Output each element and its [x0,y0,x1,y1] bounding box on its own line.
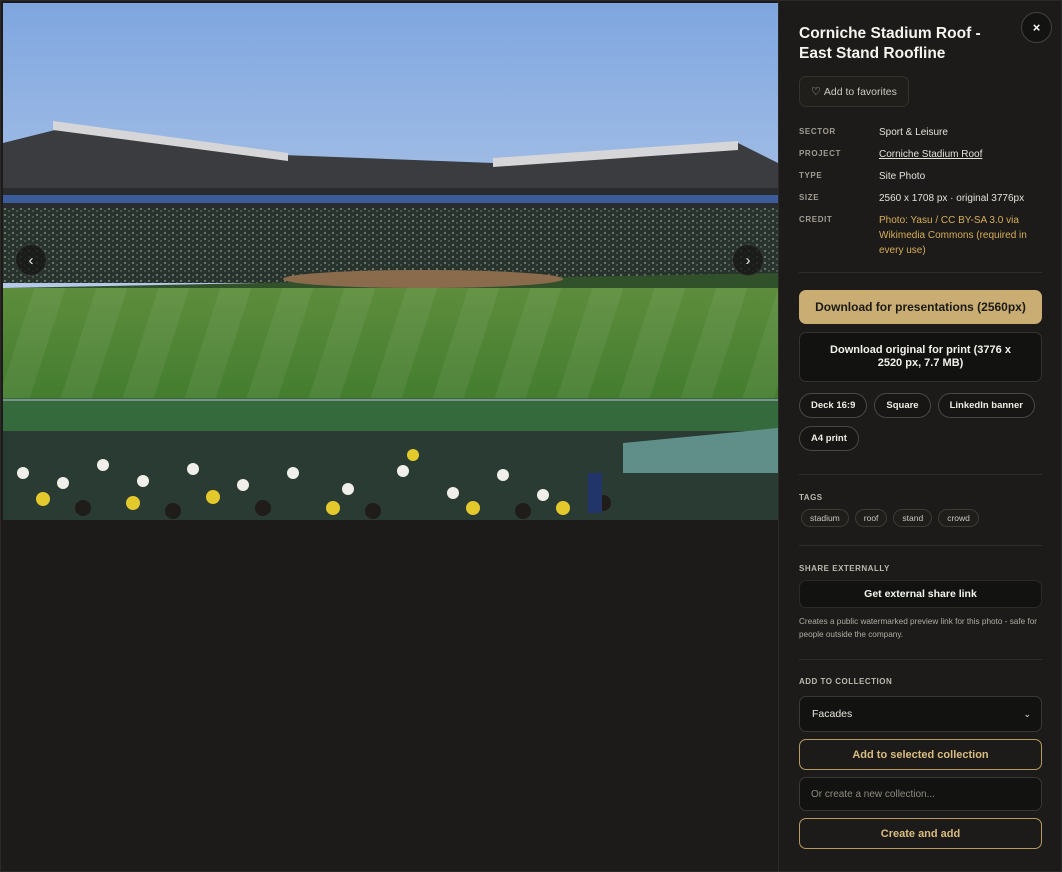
tag-stadium[interactable]: stadium [801,509,849,527]
format-linkedin-banner[interactable]: LinkedIn banner [937,393,1035,418]
collection-heading: ADD TO COLLECTION [799,677,893,686]
format-deck-16-9[interactable]: Deck 16:9 [799,393,868,418]
tag-roof[interactable]: roof [854,509,888,527]
meta-key: CREDIT [799,215,833,224]
divider [799,474,1042,475]
collection-select[interactable]: Facades ⌄ [799,696,1042,732]
close-button[interactable]: × [1021,12,1052,43]
format-square[interactable]: Square [874,393,931,418]
divider [799,545,1042,546]
new-collection-input[interactable]: Or create a new collection... [799,777,1042,811]
photo-details-panel: × Corniche Stadium Roof - East Stand Roo… [778,0,1062,872]
meta-row-size: SIZE 2560 x 1708 px · original 3776px [799,191,1049,206]
meta-value-credit: Photo: Yasu / CC BY-SA 3.0 via Wikimedia… [879,215,1027,256]
stadium-photo [3,3,778,520]
meta-key: SIZE [799,193,820,202]
favorites-label: Add to favorites [823,85,897,98]
divider [799,272,1042,273]
chevron-down-icon: ⌄ [1023,708,1031,719]
download-presentation-button[interactable]: Download for presentations (2560px) [799,290,1042,324]
meta-key: PROJECT [799,149,841,158]
photo-metadata: SECTOR Sport & Leisure PROJECT Corniche … [799,125,1049,265]
tag-stand[interactable]: stand [893,509,933,527]
heart-icon: ♡ [811,86,821,98]
share-note: Creates a public watermarked preview lin… [799,617,1037,639]
meta-row-type: TYPE Site Photo [799,169,1049,184]
meta-row-credit: CREDIT Photo: Yasu / CC BY-SA 3.0 via Wi… [799,213,1049,258]
meta-row-sector: SECTOR Sport & Leisure [799,125,1049,140]
download-original-button[interactable]: Download original for print (3776 x 2520… [799,332,1042,382]
tags-heading: TAGS [799,493,823,502]
tag-list: stadium roof stand crowd [801,509,979,527]
format-options: Deck 16:9 Square LinkedIn banner A4 prin… [799,393,1049,451]
add-to-selected-collection-button[interactable]: Add to selected collection [799,739,1042,770]
meta-key: SECTOR [799,127,836,136]
meta-key: TYPE [799,171,823,180]
chevron-left-icon: ‹ [28,251,34,269]
next-photo-button[interactable]: › [732,244,764,276]
get-share-link-button[interactable]: Get external share link [799,580,1042,608]
close-icon: × [1032,20,1041,35]
project-link[interactable]: Corniche Stadium Roof [879,147,1049,162]
share-heading: SHARE EXTERNALLY [799,564,890,573]
photo-title: Corniche Stadium Roof - East Stand Roofl… [799,25,981,62]
meta-value-size: 2560 x 1708 px · original 3776px [879,193,1025,204]
chevron-right-icon: › [745,251,751,269]
photo-viewer: ‹ › [0,0,778,872]
meta-row-project: PROJECT Corniche Stadium Roof [799,147,1049,162]
previous-photo-button[interactable]: ‹ [15,244,47,276]
tag-crowd[interactable]: crowd [938,509,979,527]
divider [799,659,1042,660]
add-to-favorites-button[interactable]: ♡ Add to favorites [799,76,909,107]
collection-selected-value: Facades [812,708,853,720]
meta-value-type: Site Photo [879,171,926,182]
create-and-add-button[interactable]: Create and add [799,818,1042,849]
meta-value-sector: Sport & Leisure [879,127,948,138]
format-a4-print[interactable]: A4 print [799,426,859,451]
